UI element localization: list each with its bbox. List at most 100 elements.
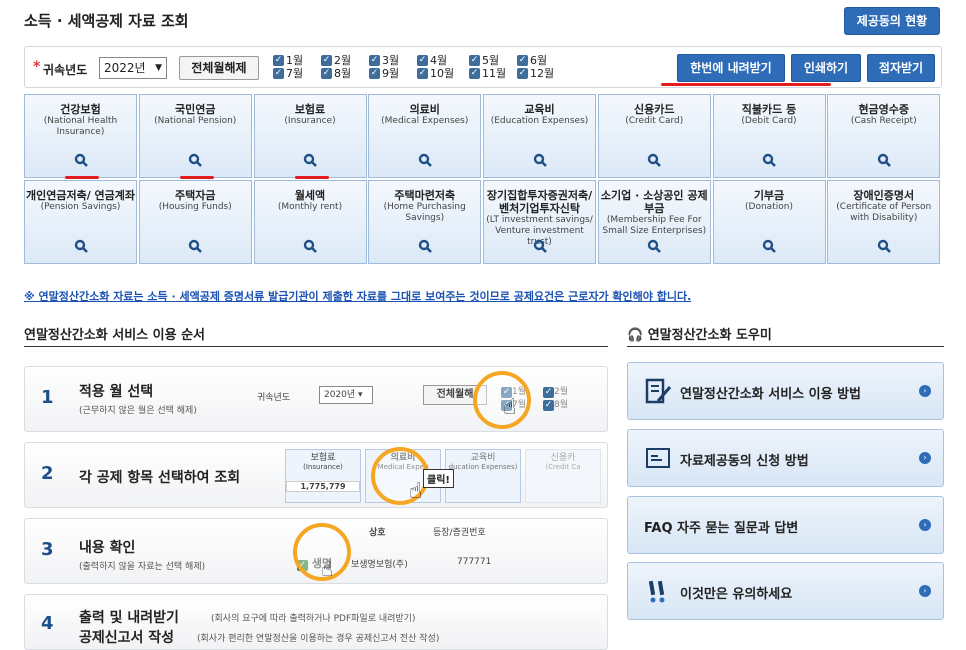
category-card[interactable]: 건강보험 (National Health Insurance) [24, 94, 137, 179]
exclamation-icon [648, 580, 665, 603]
page-title: 소득 · 세액공제 자료 조회 [24, 12, 189, 30]
category-subtitle: (National Health Insurance) [43, 116, 118, 137]
month-checkbox-1[interactable]: ✓ 1월 [273, 55, 303, 66]
month-checkbox-12[interactable]: ✓ 12월 [517, 68, 554, 79]
category-subtitle: (Debit Card) [741, 116, 797, 126]
checkbox-icon: ✓ [369, 55, 380, 66]
step-title: 출력 및 내려받기 [79, 610, 179, 626]
search-icon[interactable] [418, 239, 432, 253]
search-icon[interactable] [533, 239, 547, 253]
step-title: 적용 월 선택 [79, 384, 154, 400]
step-title: 각 공제 항목 선택하여 조회 [79, 470, 241, 486]
category-title: 기부금 [753, 189, 785, 202]
search-icon[interactable] [762, 239, 776, 253]
consent-status-button[interactable]: 제공동의 현황 [844, 7, 940, 35]
search-icon[interactable] [533, 153, 547, 167]
download-all-button[interactable]: 한번에 내려받기 [677, 54, 785, 82]
search-icon[interactable] [74, 153, 88, 167]
arrow-right-icon: › [919, 452, 931, 464]
search-icon[interactable] [418, 153, 432, 167]
clear-all-months-button[interactable]: 전체월해제 [179, 56, 259, 80]
e-receive-button[interactable]: 점자받기 [867, 54, 935, 82]
help-item-label: 이것만은 유의하세요 [680, 587, 793, 602]
search-icon[interactable] [647, 239, 662, 253]
category-card[interactable]: 직불카드 등 (Debit Card) [712, 94, 826, 178]
month-checkbox-9[interactable]: ✓ 9월 [369, 68, 399, 79]
month-checkbox-5[interactable]: ✓ 5월 [469, 55, 499, 66]
demo-year-label: 귀속년도 [257, 393, 291, 403]
category-subtitle: (Cash Receipt) [850, 116, 917, 126]
step-subtitle-secondary: (회사가 편리한 연말정산을 이용하는 경우 공제신고서 전산 작성) [197, 634, 440, 644]
help-item-guide[interactable]: 연말정산간소화 서비스 이용 방법 › [627, 362, 944, 420]
category-card[interactable]: 장애인증명서 (Certificate of Person with Disabi… [827, 180, 941, 264]
highlight-underline [661, 83, 831, 86]
month-checkbox-6[interactable]: ✓ 6월 [517, 55, 547, 66]
month-label: 7월 [286, 67, 304, 80]
category-card[interactable]: 보험료 (Insurance) [253, 94, 367, 179]
category-title: 소기업 · 소상공인 공제부금 [600, 189, 708, 215]
category-card[interactable]: 기부금 (Donation) [712, 180, 826, 264]
chevron-down-icon: ▼ [155, 63, 162, 73]
hand-cursor-icon: ☝ [503, 395, 517, 420]
month-checkbox-4[interactable]: ✓ 4월 [417, 55, 447, 66]
year-select-value: 2022년 [104, 61, 146, 75]
demo-col-header: 상호 [369, 528, 386, 538]
checkbox-icon: ✓ [517, 55, 528, 66]
category-card[interactable]: 신용카드 (Credit Card) [597, 94, 711, 178]
demo-card-value: 1,775,779 [286, 481, 360, 492]
month-label: 6월 [530, 54, 548, 67]
arrow-right-icon: › [919, 385, 931, 397]
month-checkbox-7[interactable]: ✓ 7월 [273, 68, 303, 79]
demo-card-credit: 신용카 (Credit Ca [525, 449, 601, 503]
checkbox-icon: ✓ [469, 55, 480, 66]
search-icon[interactable] [877, 239, 891, 253]
search-icon[interactable] [762, 153, 776, 167]
help-item-consent[interactable]: 자료제공동의 신청 방법 › [627, 429, 944, 487]
search-icon[interactable] [188, 153, 203, 167]
category-card[interactable]: 국민연금 (National Pension) [138, 94, 252, 179]
category-card[interactable]: 월세액 (Monthly rent) [253, 180, 367, 264]
month-checkbox-8[interactable]: ✓ 8월 [321, 68, 351, 79]
demo-row-number: 777771 [457, 557, 492, 567]
category-card[interactable]: 장기집합투자증권저축/ 벤처기업투자신탁 (LT investment savin… [483, 180, 596, 264]
demo-col-header: 등장/증권번호 [433, 528, 486, 538]
year-select[interactable]: 2022년 ▼ [99, 57, 167, 79]
help-item-faq[interactable]: FAQ 자주 묻는 질문과 답변 › [627, 496, 944, 554]
step-subtitle: (회사의 요구에 따라 출력하거나 PDF파일로 내려받기) [211, 614, 416, 624]
category-card[interactable]: 의료비 (Medical Expenses) [368, 94, 482, 178]
checkbox-icon: ✓ [469, 68, 480, 79]
category-card[interactable]: 현금영수증 (Cash Receipt) [827, 94, 941, 178]
category-card[interactable]: 개인연금저축/ 연금계좌 (Pension Savings) [24, 180, 137, 264]
search-icon[interactable] [74, 239, 88, 253]
notice-link[interactable]: ※ 연말정산간소화 자료는 소득 · 세액공제 증명서류 발급기관이 제출한 자… [24, 288, 691, 304]
search-icon[interactable] [188, 239, 203, 253]
headset-icon: 🎧 [627, 328, 644, 343]
month-checkbox-2[interactable]: ✓ 2월 [321, 55, 351, 66]
category-card[interactable]: 주택마련저축 (Home Purchasing Savings) [368, 180, 482, 264]
step-number: 3 [41, 539, 54, 560]
category-card[interactable]: 소기업 · 소상공인 공제부금 (Membership Fee For Small… [597, 180, 711, 264]
category-title: 장애인증명서 [853, 189, 915, 202]
print-button[interactable]: 인쇄하기 [791, 54, 861, 82]
help-item-caution[interactable]: 이것만은 유의하세요 › [627, 562, 944, 620]
search-icon[interactable] [877, 153, 891, 167]
category-card[interactable]: 주택자금 (Housing Funds) [138, 180, 252, 264]
category-subtitle: (Pension Savings) [40, 202, 121, 212]
checkbox-icon: ✓ [321, 55, 332, 66]
category-title: 보험료 [294, 103, 326, 116]
category-subtitle: (National Pension) [154, 116, 237, 126]
month-label: 11월 [482, 67, 507, 80]
demo-month-label: 8월 [554, 400, 569, 410]
search-icon[interactable] [303, 153, 317, 167]
month-checkbox-3[interactable]: ✓ 3월 [369, 55, 399, 66]
checkbox-icon: ✓ [517, 68, 528, 79]
search-icon[interactable] [647, 153, 662, 167]
month-checkbox-10[interactable]: ✓ 10월 [417, 68, 454, 79]
demo-card-en: (Credit Ca [545, 463, 581, 471]
search-icon[interactable] [303, 239, 317, 253]
month-checkbox-11[interactable]: ✓ 11월 [469, 68, 506, 79]
step-1: 1 적용 월 선택 (근무하지 않은 월은 선택 해제) 귀속년도 2020년 … [24, 366, 608, 432]
category-card[interactable]: 교육비 (Education Expenses) [483, 94, 596, 178]
month-label: 9월 [382, 67, 400, 80]
step-title-secondary: 공제신고서 작성 [79, 630, 175, 646]
